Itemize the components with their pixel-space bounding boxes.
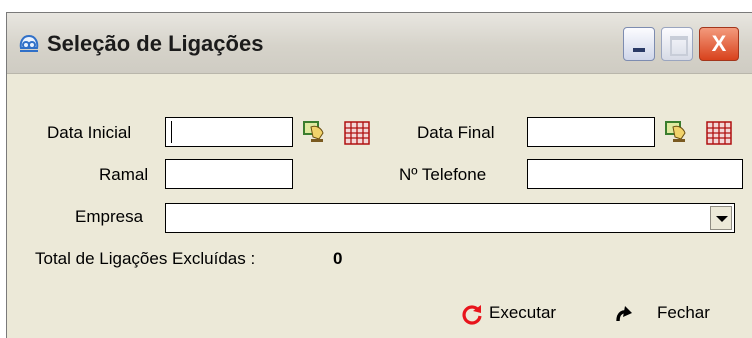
empresa-select[interactable]: [165, 203, 735, 233]
chevron-down-icon: [716, 216, 728, 222]
refresh-icon: [462, 305, 482, 325]
minimize-button[interactable]: [623, 27, 655, 61]
close-icon: X: [711, 31, 727, 56]
close-button[interactable]: X: [699, 27, 739, 61]
data-final-label: Data Final: [417, 123, 495, 142]
title-bar[interactable]: Seleção de Ligações X: [7, 13, 752, 74]
lookup-hand-icon[interactable]: [663, 117, 691, 145]
ramal-input[interactable]: [165, 159, 293, 189]
telefone-label: Nº Telefone: [399, 165, 487, 184]
data-inicial-input[interactable]: [165, 117, 293, 147]
maximize-icon: [670, 36, 688, 56]
telefone-input[interactable]: [527, 159, 743, 189]
text-caret: [171, 121, 172, 143]
calendar-icon[interactable]: [343, 119, 371, 147]
lookup-hand-icon[interactable]: [301, 117, 329, 145]
fechar-label: Fechar: [657, 303, 710, 322]
total-excluidas-value: 0: [333, 249, 343, 268]
empresa-dropdown-button[interactable]: [710, 206, 732, 230]
fechar-button[interactable]: Fechar: [613, 299, 733, 327]
app-logo-icon: [19, 34, 39, 52]
data-final-input[interactable]: [527, 117, 655, 147]
total-excluidas-label: Total de Ligações Excluídas :: [35, 249, 256, 268]
executar-button[interactable]: Executar: [461, 299, 591, 327]
calendar-icon[interactable]: [705, 119, 733, 147]
window-title: Seleção de Ligações: [47, 31, 264, 56]
maximize-button[interactable]: [661, 27, 693, 61]
selecao-ligacoes-window: Seleção de Ligações X Data Inicial Data …: [6, 12, 752, 338]
minimize-icon: [633, 48, 645, 52]
ramal-label: Ramal: [99, 165, 149, 184]
undo-arrow-icon: [616, 306, 632, 322]
executar-label: Executar: [489, 303, 557, 322]
empresa-label: Empresa: [75, 207, 144, 226]
data-inicial-label: Data Inicial: [47, 123, 132, 142]
